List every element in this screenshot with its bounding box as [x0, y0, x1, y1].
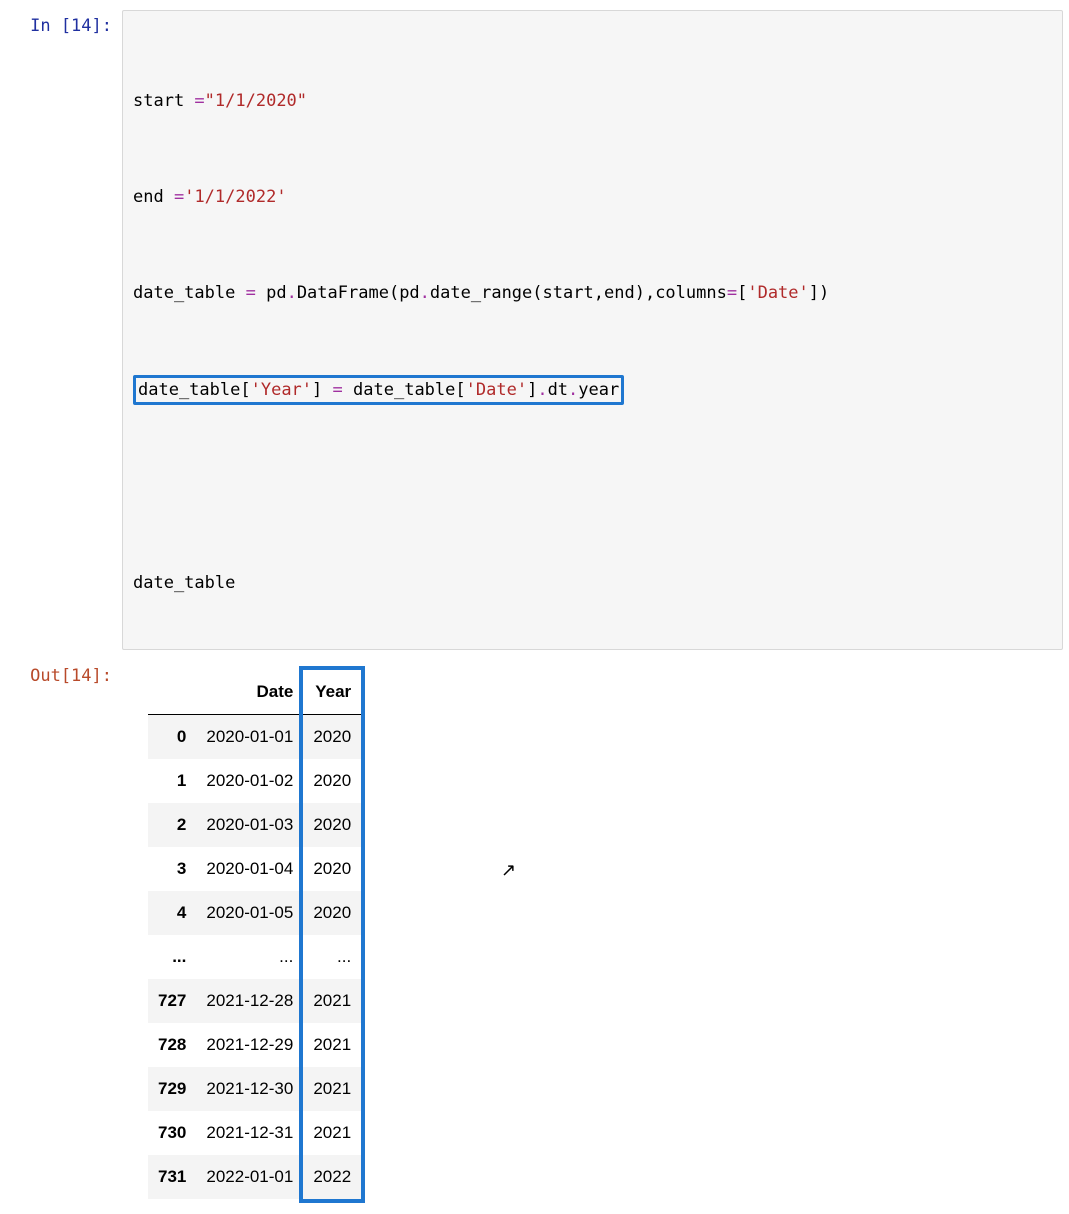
highlighted-code: date_table['Year'] = date_table['Date'].…: [133, 375, 624, 405]
row-index: 2: [148, 803, 196, 847]
cell-year: 2022: [303, 1155, 361, 1199]
cell-year: 2021: [303, 1111, 361, 1155]
table-row: 7292021-12-302021: [148, 1067, 361, 1111]
col-date: Date: [196, 670, 303, 715]
input-prompt: In [14]:: [6, 10, 122, 36]
row-index: 730: [148, 1111, 196, 1155]
cell-date: 2021-12-31: [196, 1111, 303, 1155]
table-row: 7312022-01-012022: [148, 1155, 361, 1199]
cell-date: 2022-01-01: [196, 1155, 303, 1199]
table-row: .........: [148, 935, 361, 979]
row-index: 728: [148, 1023, 196, 1067]
cell-year: 2021: [303, 979, 361, 1023]
cell-date: 2020-01-03: [196, 803, 303, 847]
code-line-2: end ='1/1/2022': [133, 185, 1052, 209]
row-index: 729: [148, 1067, 196, 1111]
table-row: 7272021-12-282021: [148, 979, 361, 1023]
table-row: 22020-01-032020: [148, 803, 361, 847]
dataframe-wrap: Date Year 02020-01-01202012020-01-022020…: [142, 664, 361, 1199]
row-index: 3: [148, 847, 196, 891]
cell-date: 2020-01-05: [196, 891, 303, 935]
table-row: 12020-01-022020: [148, 759, 361, 803]
row-index: 0: [148, 715, 196, 760]
output-prompt: Out[14]:: [6, 660, 122, 686]
code-line-5: date_table: [133, 571, 1052, 595]
table-row: 7282021-12-292021: [148, 1023, 361, 1067]
output-area: Date Year 02020-01-01202012020-01-022020…: [122, 660, 1063, 1204]
cell-year: 2021: [303, 1067, 361, 1111]
row-index: 731: [148, 1155, 196, 1199]
cell-date: 2021-12-29: [196, 1023, 303, 1067]
table-row: 7302021-12-312021: [148, 1111, 361, 1155]
dataframe-table: Date Year 02020-01-01202012020-01-022020…: [148, 670, 361, 1199]
code-line-4: date_table['Year'] = date_table['Date'].…: [133, 377, 1052, 403]
code-line-3: date_table = pd.DataFrame(pd.date_range(…: [133, 281, 1052, 305]
table-row: 32020-01-042020: [148, 847, 361, 891]
output-cell: Out[14]: Date Year 02020-01-01202012020-…: [6, 660, 1063, 1204]
input-cell: In [14]: start ="1/1/2020" end ='1/1/202…: [6, 10, 1063, 650]
cell-date: 2020-01-01: [196, 715, 303, 760]
code-editor[interactable]: start ="1/1/2020" end ='1/1/2022' date_t…: [122, 10, 1063, 650]
table-row: 02020-01-012020: [148, 715, 361, 760]
cell-date: 2021-12-30: [196, 1067, 303, 1111]
row-index: 727: [148, 979, 196, 1023]
cell-year: ...: [303, 935, 361, 979]
cell-year: 2020: [303, 759, 361, 803]
col-year: Year: [303, 670, 361, 715]
code-line-blank: [133, 475, 1052, 499]
cell-year: 2020: [303, 715, 361, 760]
col-index: [148, 670, 196, 715]
cell-year: 2021: [303, 1023, 361, 1067]
cell-year: 2020: [303, 803, 361, 847]
notebook: In [14]: start ="1/1/2020" end ='1/1/202…: [0, 0, 1069, 1214]
table-row: 42020-01-052020: [148, 891, 361, 935]
cell-date: 2020-01-02: [196, 759, 303, 803]
cell-date: ...: [196, 935, 303, 979]
code-line-1: start ="1/1/2020": [133, 89, 1052, 113]
cell-date: 2020-01-04: [196, 847, 303, 891]
row-index: 4: [148, 891, 196, 935]
mouse-cursor-icon: ↖: [501, 860, 516, 881]
row-index: ...: [148, 935, 196, 979]
cell-date: 2021-12-28: [196, 979, 303, 1023]
cell-year: 2020: [303, 847, 361, 891]
cell-year: 2020: [303, 891, 361, 935]
row-index: 1: [148, 759, 196, 803]
table-header-row: Date Year: [148, 670, 361, 715]
